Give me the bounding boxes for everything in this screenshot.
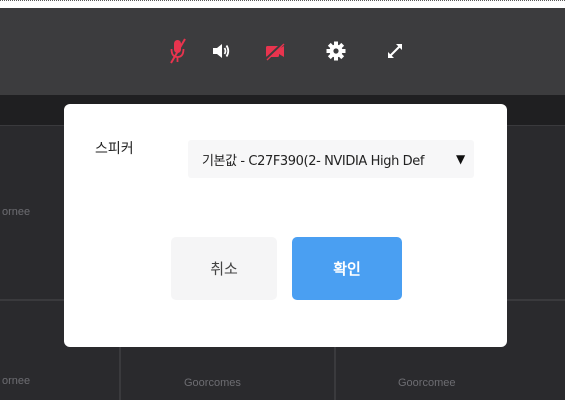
settings-gear-icon[interactable] xyxy=(321,36,351,66)
tile-participant-name: ornee xyxy=(2,206,31,218)
speaker-icon[interactable] xyxy=(206,36,236,66)
mic-muted-icon[interactable] xyxy=(163,36,193,66)
speaker-selected-value: 기본값 - C27F390(2- NVIDIA High Def xyxy=(202,153,425,169)
cancel-button-label: 취소 xyxy=(210,260,238,278)
speaker-settings-dialog: 스피커 기본값 - C27F390(2- NVIDIA High Def ▼ 취… xyxy=(64,104,507,347)
top-dotted-border xyxy=(0,0,565,6)
fullscreen-icon[interactable] xyxy=(380,36,410,66)
confirm-button-label: 확인 xyxy=(333,260,361,278)
speaker-label: 스피커 xyxy=(95,141,134,157)
tile-participant-name: Goorcomee xyxy=(398,377,456,389)
meeting-toolbar xyxy=(0,8,565,95)
dropdown-caret-icon: ▼ xyxy=(456,152,466,166)
tile-participant-name: Goorcomes xyxy=(184,377,241,389)
cancel-button[interactable]: 취소 xyxy=(171,237,277,300)
camera-off-icon[interactable] xyxy=(260,36,290,66)
confirm-button[interactable]: 확인 xyxy=(292,237,402,300)
tile-participant-name: ornee xyxy=(2,375,31,387)
speaker-select-dropdown[interactable]: 기본값 - C27F390(2- NVIDIA High Def ▼ xyxy=(188,140,474,178)
